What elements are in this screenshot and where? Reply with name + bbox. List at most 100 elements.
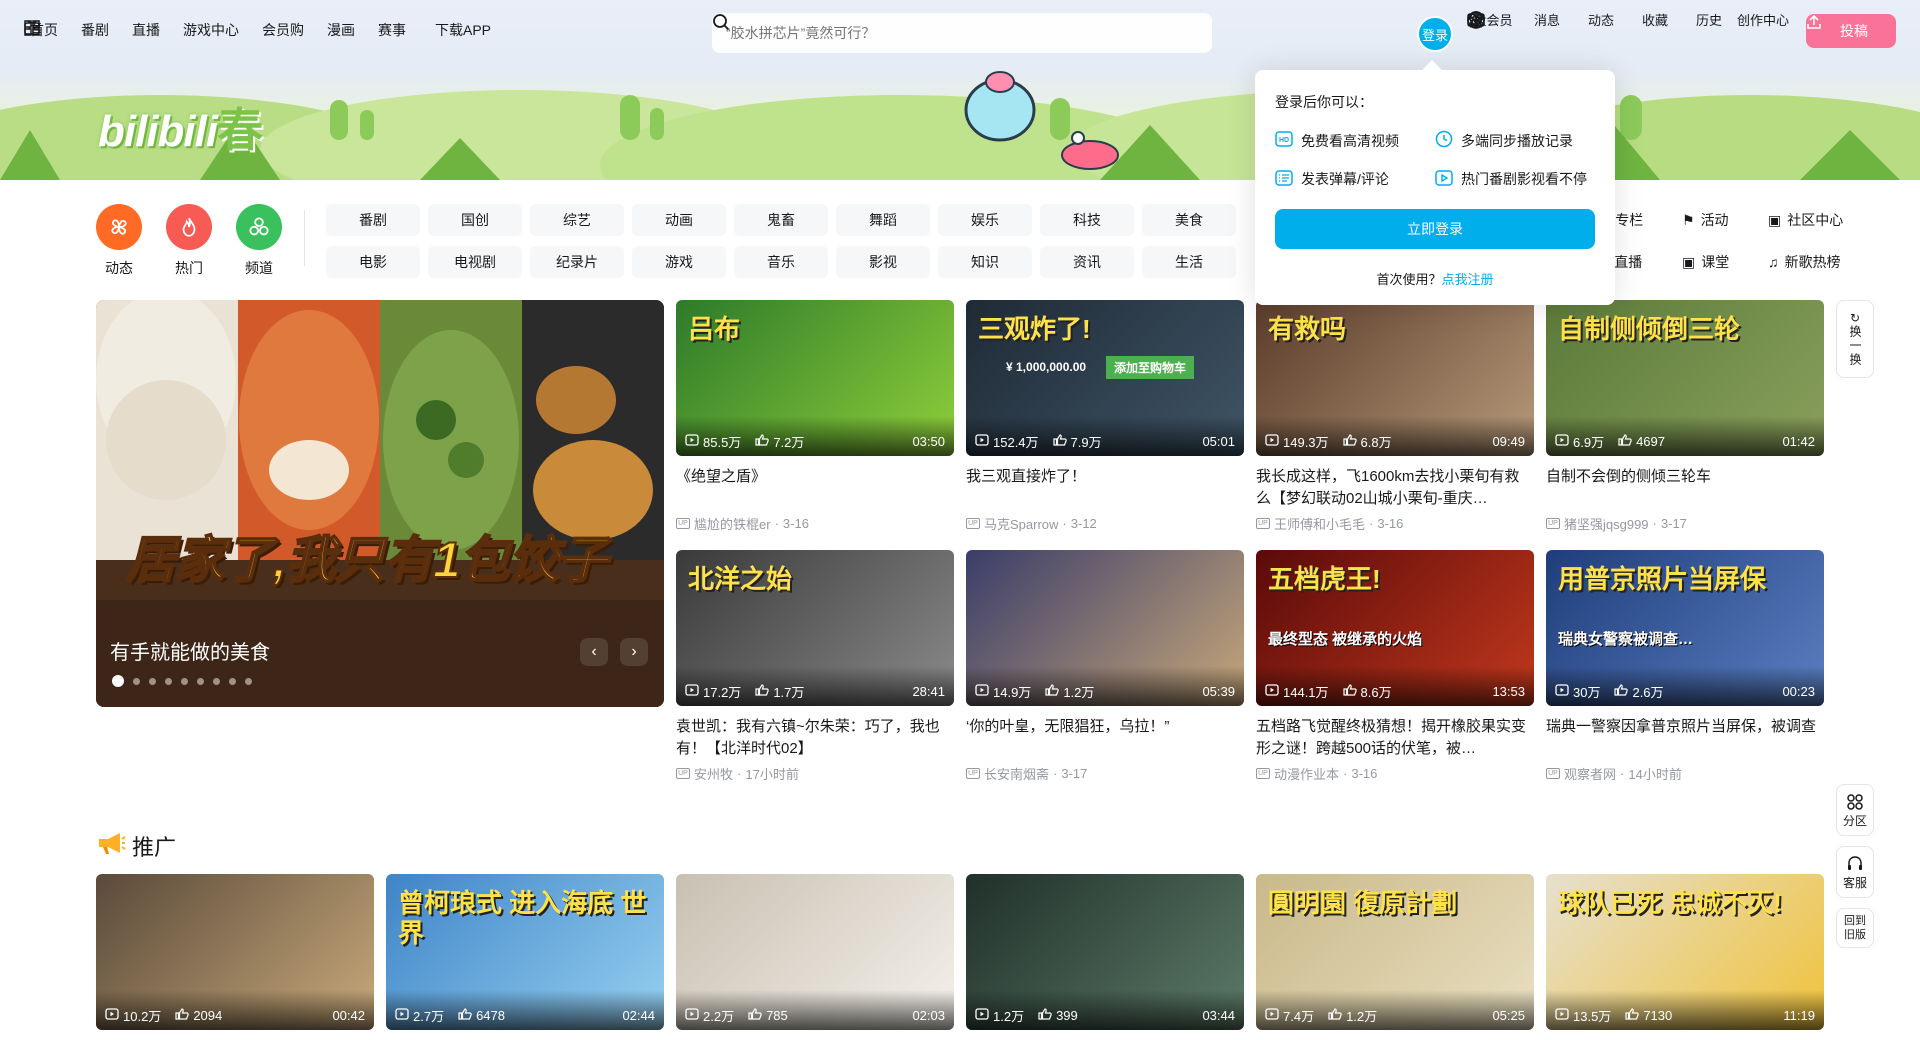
channel-tag[interactable]: 综艺 — [530, 204, 624, 236]
carousel-dot[interactable] — [165, 677, 172, 685]
video-title[interactable]: 自制不会倒的侧倾三轮车 — [1546, 466, 1824, 510]
channel-tag[interactable]: 国创 — [428, 204, 522, 236]
search-button[interactable] — [713, 14, 1198, 49]
nav-dynamic[interactable]: 动态 — [1469, 10, 1628, 29]
carousel-next-button[interactable]: › — [620, 638, 648, 666]
extra-music-chart[interactable]: ♫ 新歌热榜 — [1768, 246, 1854, 278]
channel-tag[interactable]: 番剧 — [326, 204, 420, 236]
search-input[interactable] — [726, 25, 1166, 41]
bilibili-logo[interactable]: bilibili春 — [98, 94, 263, 160]
video-card[interactable]: 北洋之始 17.2万 1.7万 28:41 袁世凯：我有六镇~尔朱荣：巧了，我也有！【北… — [676, 550, 954, 783]
channel-tag[interactable]: 电影 — [326, 246, 420, 278]
channel-tag[interactable]: 纪录片 — [530, 246, 624, 278]
uploader-name[interactable]: 猪坚强jqsg999 — [1564, 514, 1649, 533]
carousel-dot[interactable] — [245, 677, 252, 685]
quick-channel[interactable]: 频道 — [236, 204, 282, 278]
uploader-name[interactable]: 观察者网 — [1564, 764, 1616, 783]
uploader-name[interactable]: 安州牧 — [694, 764, 733, 783]
video-thumbnail[interactable]: 2.2万 785 02:03 — [676, 874, 954, 1030]
extra-classroom[interactable]: ▣ 课堂 — [1682, 246, 1768, 278]
video-thumbnail[interactable]: 吕布 85.5万 7.2万 03:50 — [676, 300, 954, 456]
video-title[interactable]: 《绝望之盾》 — [676, 466, 954, 510]
video-card[interactable]: 14.9万 1.2万 05:39 ‘你的叶皇，无限猖狂，乌拉！” UP 长安南烟斋 · 3-1… — [966, 550, 1244, 783]
customer-service-button[interactable]: 客服 — [1836, 846, 1874, 898]
channel-tag[interactable]: 影视 — [836, 246, 930, 278]
quick-dynamic[interactable]: 动态 — [96, 204, 142, 278]
video-card[interactable]: 吕布 85.5万 7.2万 03:50 《绝望之盾》 UP 尴尬的铁棍er · 3-16 — [676, 300, 954, 533]
channel-tag[interactable]: 科技 — [1040, 204, 1134, 236]
promo-card[interactable]: 2.2万 785 02:03 — [676, 874, 954, 1030]
video-thumbnail[interactable]: 14.9万 1.2万 05:39 — [966, 550, 1244, 706]
uploader-name[interactable]: 长安南烟斋 — [984, 764, 1049, 783]
channel-tag[interactable]: 游戏 — [632, 246, 726, 278]
nav-favorites[interactable]: 收藏 — [1467, 10, 1682, 29]
channel-tag[interactable]: 鬼畜 — [734, 204, 828, 236]
carousel-dot[interactable] — [229, 677, 236, 685]
uploader-name[interactable]: 王师傅和小毛毛 — [1274, 514, 1365, 533]
promo-card[interactable]: 曾柯琅式 进入海底 世界 2.7万 6478 02:44 — [386, 874, 664, 1030]
uploader-name[interactable]: 马克Sparrow — [984, 514, 1058, 533]
channel-tag[interactable]: 舞蹈 — [836, 204, 930, 236]
channel-tag[interactable]: 生活 — [1142, 246, 1236, 278]
carousel-prev-button[interactable]: ‹ — [580, 638, 608, 666]
carousel-dot[interactable] — [213, 677, 220, 685]
video-thumbnail[interactable]: 曾柯琅式 进入海底 世界 2.7万 6478 02:44 — [386, 874, 664, 1030]
video-title[interactable]: 五档路飞觉醒终极猜想！揭开橡胶果实变形之谜！跨越500话的伏笔，被… — [1256, 716, 1534, 760]
extra-activity[interactable]: ⚑ 活动 — [1682, 204, 1768, 236]
channel-tag[interactable]: 美食 — [1142, 204, 1236, 236]
nav-download-app[interactable]: 下载APP — [24, 20, 491, 40]
video-thumbnail[interactable]: 圓明園 復原計劃 7.4万 1.2万 05:25 — [1256, 874, 1534, 1030]
carousel-title[interactable]: 有手就能做的美食 — [110, 636, 270, 665]
nav-mall[interactable]: 会员购 — [262, 20, 304, 40]
video-thumbnail[interactable]: 用普京照片当屏保 瑞典女警察被调查… 30万 2.6万 00:23 — [1546, 550, 1824, 706]
promo-card[interactable]: 1.2万 399 03:44 — [966, 874, 1244, 1030]
carousel-dot[interactable] — [149, 677, 156, 685]
nav-history[interactable]: 历史 — [1467, 10, 1736, 29]
nav-manga[interactable]: 漫画 — [327, 20, 355, 40]
promo-card[interactable]: 圓明園 復原計劃 7.4万 1.2万 05:25 — [1256, 874, 1534, 1030]
channel-tag[interactable]: 音乐 — [734, 246, 828, 278]
upload-button[interactable]: 投稿 — [1806, 14, 1896, 48]
nav-game-center[interactable]: 游戏中心 — [183, 20, 239, 40]
channel-tag[interactable]: 电视剧 — [428, 246, 522, 278]
login-avatar-button[interactable]: 登录 — [1417, 16, 1453, 52]
channel-tag[interactable]: 娱乐 — [938, 204, 1032, 236]
carousel-dot[interactable] — [197, 677, 204, 685]
extra-community[interactable]: ▣ 社区中心 — [1768, 204, 1854, 236]
carousel-dot[interactable] — [112, 675, 124, 687]
channel-tag[interactable]: 资讯 — [1040, 246, 1134, 278]
quick-hot[interactable]: 热门 — [166, 204, 212, 278]
nav-match[interactable]: 赛事 — [378, 20, 406, 40]
video-thumbnail[interactable]: 五档虎王! 最终型态 被继承的火焰 144.1万 8.6万 13:53 — [1256, 550, 1534, 706]
carousel-dot[interactable] — [181, 677, 188, 685]
back-to-old-button[interactable]: 回到旧版 — [1836, 908, 1874, 948]
video-card[interactable]: 自制侧倾倒三轮 6.9万 4697 01:42 自制不会倒的侧倾三轮车 UP 猪坚强jqsg… — [1546, 300, 1824, 533]
video-card[interactable]: 有救吗 149.3万 6.8万 09:49 我长成这样，飞1600km去找小栗旬有救么【… — [1256, 300, 1534, 533]
promo-card[interactable]: 10.2万 2094 00:42 — [96, 874, 374, 1030]
category-button[interactable]: 分区 — [1836, 784, 1874, 836]
hero-carousel[interactable]: 居家了,我只有1包饺子 有手就能做的美食 ‹ › — [96, 300, 664, 707]
video-title[interactable]: 瑞典一警察因拿普京照片当屏保，被调查 — [1546, 716, 1824, 760]
nav-live[interactable]: 直播 — [132, 20, 160, 40]
promo-card[interactable]: 球队已死 忠诚不灭! 13.5万 7130 11:19 — [1546, 874, 1824, 1030]
uploader-name[interactable]: 尴尬的铁棍er — [694, 514, 771, 533]
nav-bangumi[interactable]: 番剧 — [81, 20, 109, 40]
video-thumbnail[interactable]: 有救吗 149.3万 6.8万 09:49 — [1256, 300, 1534, 456]
video-thumbnail[interactable]: 10.2万 2094 00:42 — [96, 874, 374, 1030]
uploader-name[interactable]: 动漫作业本 — [1274, 764, 1339, 783]
video-thumbnail[interactable]: 1.2万 399 03:44 — [966, 874, 1244, 1030]
video-thumbnail[interactable]: 自制侧倾倒三轮 6.9万 4697 01:42 — [1546, 300, 1824, 456]
carousel-dot[interactable] — [133, 677, 140, 685]
video-title[interactable]: ‘你的叶皇，无限猖狂，乌拉！” — [966, 716, 1244, 760]
nav-creator-center[interactable]: 创作中心 — [1469, 10, 1790, 29]
nav-message[interactable]: 消息 — [1467, 10, 1574, 29]
video-card[interactable]: 五档虎王! 最终型态 被继承的火焰 144.1万 8.6万 13:53 五档路飞觉醒终极猜… — [1256, 550, 1534, 783]
video-card[interactable]: 用普京照片当屏保 瑞典女警察被调查… 30万 2.6万 00:23 瑞典一警察因拿普京照片… — [1546, 550, 1824, 783]
video-thumbnail[interactable]: 球队已死 忠诚不灭! 13.5万 7130 11:19 — [1546, 874, 1824, 1030]
video-thumbnail[interactable]: 三观炸了! ¥ 1,000,000.00 添加至购物车 152.4万 7.9万 05:01 — [966, 300, 1244, 456]
channel-tag[interactable]: 知识 — [938, 246, 1032, 278]
video-title[interactable]: 我长成这样，飞1600km去找小栗旬有救么【梦幻联动02山城小栗旬-重庆… — [1256, 466, 1534, 510]
video-card[interactable]: 三观炸了! ¥ 1,000,000.00 添加至购物车 152.4万 7.9万 05:01… — [966, 300, 1244, 533]
refresh-button[interactable]: ↻ 换一换 — [1836, 300, 1874, 378]
video-title[interactable]: 袁世凯：我有六镇~尔朱荣：巧了，我也有！【北洋时代02】 — [676, 716, 954, 760]
